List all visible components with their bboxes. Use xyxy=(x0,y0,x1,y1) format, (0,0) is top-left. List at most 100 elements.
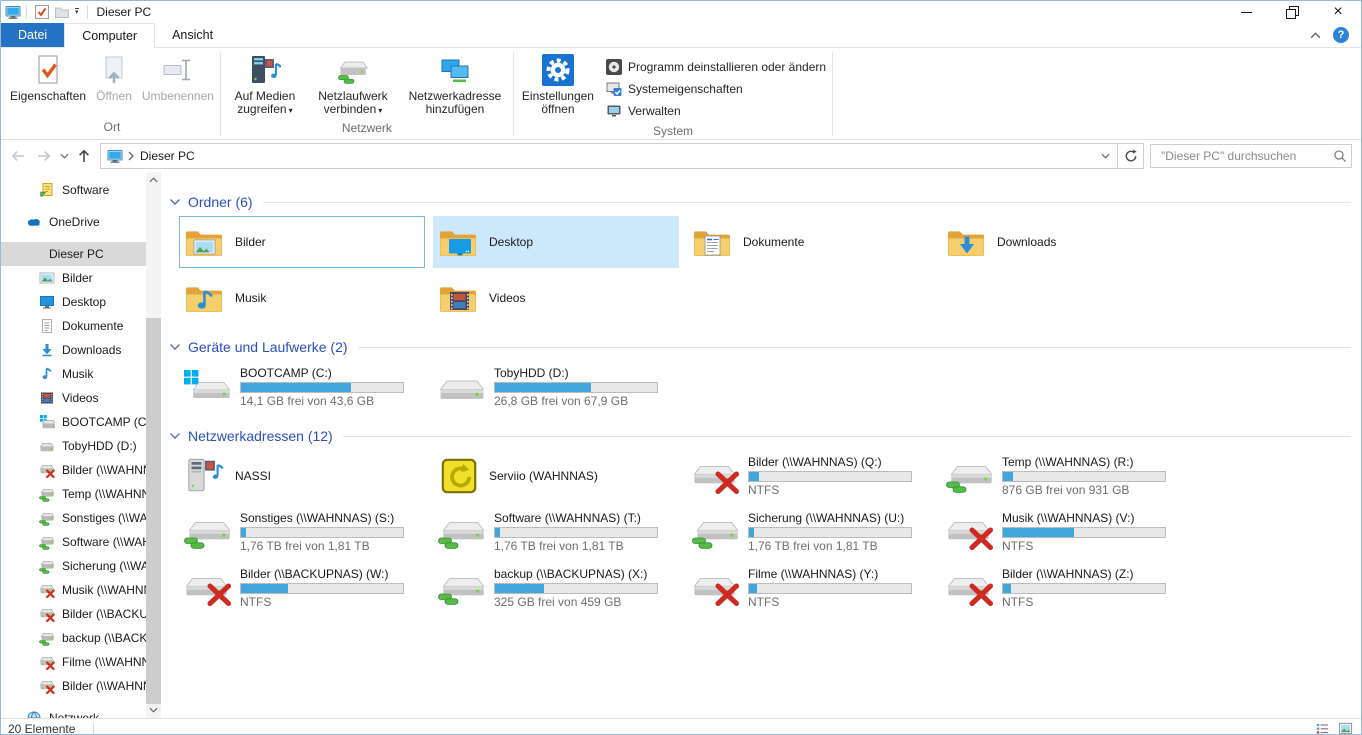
documents-icon xyxy=(39,318,55,334)
sidebar-item-software[interactable]: Software (\\WAHNNAS) (T:) xyxy=(1,530,161,554)
details-view-button[interactable] xyxy=(1313,721,1331,735)
sidebar-item-bilder[interactable]: Bilder (\\BACKUPNAS) (W:) xyxy=(1,602,161,626)
tile-info: 876 GB frei von 931 GB xyxy=(1002,483,1130,497)
sidebar-item-musik[interactable]: Musik (\\WAHNNAS) (V:) xyxy=(1,578,161,602)
forward-button[interactable] xyxy=(31,143,57,169)
close-button[interactable]: × xyxy=(1315,1,1361,23)
ribbon-tab-controls: ? xyxy=(1310,23,1361,47)
scrollbar-thumb[interactable] xyxy=(146,318,161,704)
folder-tile[interactable]: Dokumente xyxy=(687,216,933,268)
eigenschaften-button[interactable]: Eigenschaften xyxy=(5,52,91,105)
sidebar-item-sicherung[interactable]: Sicherung (\\WAHNNAS) (U:) xyxy=(1,554,161,578)
sidebar-item-musik[interactable]: Musik xyxy=(1,362,161,386)
capacity-bar xyxy=(240,382,404,393)
divider xyxy=(357,346,1351,348)
drive-tile[interactable]: Bilder (\\WAHNNAS) (Z:) NTFS xyxy=(941,562,1187,614)
scroll-down-icon[interactable] xyxy=(149,707,158,713)
drive-tile[interactable]: Sicherung (\\WAHNNAS) (U:) 1,76 TB frei v… xyxy=(687,506,933,558)
folder-tile[interactable]: Musik xyxy=(179,272,425,324)
sidebar-item-videos[interactable]: Videos xyxy=(1,386,161,410)
tab-computer[interactable]: Computer xyxy=(64,23,156,48)
programm-deinstallieren-button[interactable]: Programm deinstallieren oder ändern xyxy=(601,56,831,78)
folder-tile[interactable]: NASSI xyxy=(179,450,425,502)
up-button[interactable] xyxy=(71,143,97,169)
tab-ansicht[interactable]: Ansicht xyxy=(155,23,230,47)
sidebar-item-temp[interactable]: Temp (\\WAHNNAS) (R:) xyxy=(1,482,161,506)
sidebar-item-dieser[interactable]: Dieser PC xyxy=(1,242,161,266)
drive-tile[interactable]: Bilder (\\WAHNNAS) (Q:) NTFS xyxy=(687,450,933,502)
sidebar-item-downloads[interactable]: Downloads xyxy=(1,338,161,362)
section-header[interactable]: Ordner (6) xyxy=(169,192,1351,212)
auf-medien-zugreifen-button[interactable]: Auf Medien zugreifen ▾ xyxy=(222,52,308,119)
drive-tile[interactable]: Filme (\\WAHNNAS) (Y:) NTFS xyxy=(687,562,933,614)
sidebar-item-backup[interactable]: backup (\\BACKUPNAS) (X:) xyxy=(1,626,161,650)
folder-tile[interactable]: Videos xyxy=(433,272,679,324)
downloads-icon xyxy=(39,342,55,358)
recent-locations-button[interactable] xyxy=(57,143,71,169)
sidebar-scrollbar[interactable] xyxy=(146,172,161,718)
sidebar-item-bootcamp[interactable]: BOOTCAMP (C:) xyxy=(1,410,161,434)
drive-tile[interactable]: Temp (\\WAHNNAS) (R:) 876 GB frei von 931… xyxy=(941,450,1187,502)
properties-check-icon[interactable] xyxy=(34,4,50,20)
umbenennen-button[interactable]: Umbenennen xyxy=(137,52,219,105)
section-header[interactable]: Geräte und Laufwerke (2) xyxy=(169,337,1351,357)
address-bar[interactable]: Dieser PC xyxy=(100,143,1118,169)
breadcrumb[interactable]: Dieser PC xyxy=(140,149,195,163)
add-network-location-icon xyxy=(439,54,471,86)
verwalten-button[interactable]: Verwalten xyxy=(601,100,831,122)
help-icon[interactable]: ? xyxy=(1333,27,1349,43)
large-icons-view-button[interactable] xyxy=(1336,721,1354,734)
minimize-button[interactable] xyxy=(1223,1,1269,23)
drive-tile[interactable]: Bilder (\\BACKUPNAS) (W:) NTFS xyxy=(179,562,425,614)
restore-button[interactable] xyxy=(1269,1,1315,23)
collapse-ribbon-icon[interactable] xyxy=(1310,31,1321,39)
sidebar-item-software[interactable]: Software xyxy=(1,178,161,202)
folder-tile[interactable]: Bilder xyxy=(179,216,425,268)
oeffnen-button[interactable]: Öffnen xyxy=(91,52,137,105)
drive-tile[interactable]: backup (\\BACKUPNAS) (X:) 325 GB frei von… xyxy=(433,562,679,614)
drive-tile[interactable]: Sonstiges (\\WAHNNAS) (S:) 1,76 TB frei v… xyxy=(179,506,425,558)
tile-label: backup (\\BACKUPNAS) (X:) xyxy=(494,567,648,581)
back-arrow-icon xyxy=(10,148,26,164)
refresh-button[interactable] xyxy=(1118,143,1144,169)
onedrive-icon xyxy=(26,214,42,230)
sidebar-item-desktop[interactable]: Desktop xyxy=(1,290,161,314)
tile-label: Sonstiges (\\WAHNNAS) (S:) xyxy=(240,511,395,525)
tab-datei[interactable]: Datei xyxy=(1,23,65,47)
sidebar-item-filme[interactable]: Filme (\\WAHNNAS) (Y:) xyxy=(1,650,161,674)
systemeigenschaften-button[interactable]: Systemeigenschaften xyxy=(601,78,831,100)
drive-tile[interactable]: Software (\\WAHNNAS) (T:) 1,76 TB frei vo… xyxy=(433,506,679,558)
divider xyxy=(832,52,834,136)
sidebar-item-bilder[interactable]: Bilder (\\WAHNNAS) (Z:) xyxy=(1,674,161,698)
customize-quick-access-dropdown-icon[interactable]: ▾ xyxy=(75,8,79,16)
folder-tile[interactable]: Desktop xyxy=(433,216,679,268)
sidebar-item-netzwerk[interactable]: Netzwerk xyxy=(1,706,161,718)
search-input[interactable] xyxy=(1159,148,1333,164)
folder-tile[interactable]: Downloads xyxy=(941,216,1187,268)
address-dropdown-button[interactable] xyxy=(1093,144,1117,168)
sidebar-item-bilder[interactable]: Bilder xyxy=(1,266,161,290)
drive-tile[interactable]: BOOTCAMP (C:) 14,1 GB frei von 43,6 GB xyxy=(179,361,425,413)
sidebar-item-dokumente[interactable]: Dokumente xyxy=(1,314,161,338)
drive-tile[interactable]: TobyHDD (D:) 26,8 GB frei von 67,9 GB xyxy=(433,361,679,413)
netdrive-big-icon xyxy=(184,514,232,550)
sidebar-item-tobyhdd[interactable]: TobyHDD (D:) xyxy=(1,434,161,458)
netdrive-big-icon xyxy=(438,514,486,550)
back-button[interactable] xyxy=(5,143,31,169)
videos-icon xyxy=(39,390,55,406)
divider xyxy=(26,5,27,19)
sidebar-item-sonstiges[interactable]: Sonstiges (\\WAHNNAS) (S:) xyxy=(1,506,161,530)
folder-tile[interactable]: Serviio (WAHNNAS) xyxy=(433,450,679,502)
new-folder-icon[interactable] xyxy=(54,4,70,20)
search-icon[interactable] xyxy=(1333,149,1347,163)
section-header[interactable]: Netzwerkadressen (12) xyxy=(169,426,1351,446)
sidebar-item-onedrive[interactable]: OneDrive xyxy=(1,210,161,234)
netzwerkadresse-hinzufuegen-button[interactable]: Netzwerkadresse hinzufügen xyxy=(398,52,512,118)
drive-tile[interactable]: Musik (\\WAHNNAS) (V:) NTFS xyxy=(941,506,1187,558)
scroll-up-icon[interactable] xyxy=(149,177,158,183)
search-box[interactable] xyxy=(1150,144,1352,168)
capacity-bar xyxy=(240,583,404,594)
sidebar-item-bilder[interactable]: Bilder (\\WAHNNAS) (Q:) xyxy=(1,458,161,482)
netzlaufwerk-verbinden-button[interactable]: Netzlaufwerk verbinden ▾ xyxy=(308,52,398,119)
einstellungen-oeffnen-button[interactable]: Einstellungen öffnen xyxy=(515,52,601,118)
